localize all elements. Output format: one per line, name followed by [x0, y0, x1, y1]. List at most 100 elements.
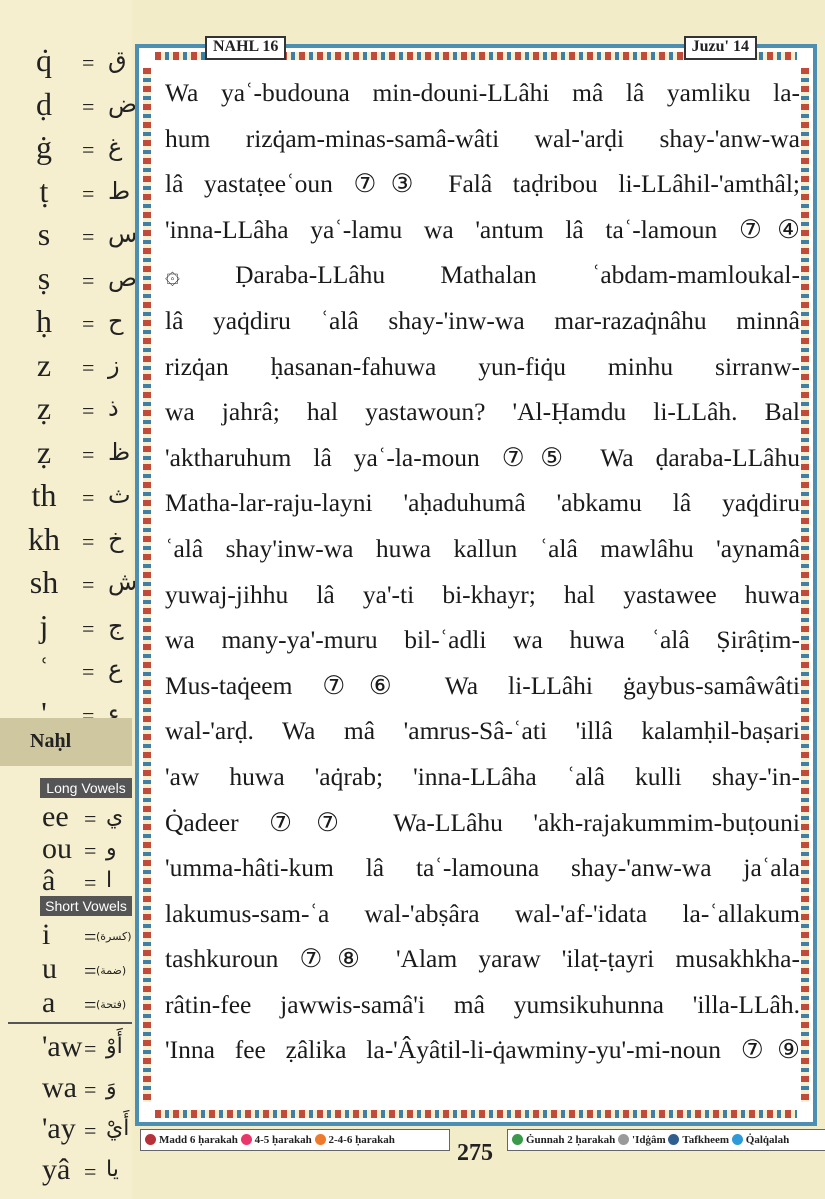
- long-vowel-key-row-lat: â: [42, 864, 56, 897]
- short-vowel-key-row-lat: a: [42, 986, 56, 1019]
- sidebar-divider: [8, 1022, 132, 1024]
- verse-line: Matha-lar-raju-layni 'aḥaduhumâ 'abkamu …: [165, 488, 800, 518]
- consonant-key-row: ḍ = ض: [0, 85, 137, 128]
- surah-tab-label: Naḥl: [30, 730, 72, 752]
- consonant-key-row: kh = خ: [0, 521, 132, 563]
- consonant-key-row-eq: =: [82, 659, 95, 684]
- consonant-key-row-lat: kh: [28, 520, 60, 557]
- legend-item-madd-6: Madd 6 ḥarakah: [145, 1134, 238, 1146]
- verse-line: Wa yaʿ-budouna min-douni-LLâhi mâ lâ yam…: [165, 78, 800, 107]
- short-vowel-key-row-ar: (ضمة): [96, 964, 127, 977]
- diphthong-key-row-lat: 'aw: [42, 1030, 83, 1063]
- consonant-key-row-lat: ḍ: [36, 85, 52, 122]
- gray-dot-icon: [618, 1134, 630, 1145]
- transliteration-key-sidebar: q̇ = ق ḍ = ض ġ = غ ṭ = ط s = س ṣ = ص ḥ = ح z = ز ẓ = ذ ẓ = ظ th = ث kh = خ s…: [0, 0, 138, 1199]
- left-ornament-border: [143, 68, 151, 1102]
- consonant-key-row-ar: ق: [108, 46, 127, 74]
- diphthong-key-row-eq: =: [84, 1159, 97, 1184]
- consonant-key-row-lat: ġ: [36, 129, 52, 165]
- verse-line: wa jahrâ; hal yastawoun? 'Al-Ḥamdu li-LL…: [165, 397, 800, 427]
- consonant-key-row: sh = ش: [0, 564, 138, 606]
- consonant-key-row-eq: =: [82, 50, 95, 75]
- consonant-key-row: s = س: [0, 216, 138, 258]
- long-vowel-key-row: ou = و: [0, 832, 132, 868]
- diphthong-key-row: yâ = يا: [0, 1153, 132, 1189]
- consonant-key-row: ġ = غ: [0, 129, 132, 171]
- consonant-key-row-eq: =: [82, 572, 95, 597]
- orange-dot-icon: [314, 1134, 326, 1145]
- consonant-key-row-lat: th: [31, 477, 57, 513]
- long-vowel-key-row-eq: =: [84, 870, 97, 895]
- diphthong-key-row-lat: wa: [42, 1071, 77, 1104]
- consonant-key-row-ar: ش: [108, 568, 138, 596]
- consonant-key-row-ar: ج: [108, 611, 124, 640]
- legend-item-madd-2-4-6: 2-4-6 ḥarakah: [314, 1134, 395, 1146]
- legend-item-tafkheem: Tafkheem: [668, 1134, 729, 1146]
- verse-line: Q̇adeer ⑦⑦ Wa-LLâhu 'akh-rajakummim-buṭo…: [165, 807, 800, 837]
- consonant-key-row-ar: س: [108, 220, 138, 248]
- consonant-key-row-ar: ث: [108, 481, 131, 509]
- consonant-key-row-eq: =: [82, 615, 95, 641]
- long-vowel-key-row-lat: ou: [42, 832, 72, 865]
- consonant-key-row: ẓ = ذ: [0, 390, 132, 432]
- navy-dot-icon: [668, 1134, 680, 1145]
- consonant-key-row-ar: ض: [108, 89, 138, 118]
- consonant-key-row-ar: ز: [108, 350, 120, 379]
- long-vowel-key-row: â = ا: [0, 864, 132, 900]
- consonant-key-row: ʿ = ع: [0, 651, 132, 693]
- short-vowel-key-row-eq: =: [84, 924, 97, 949]
- diphthong-key-row-ar: وَ: [106, 1075, 117, 1100]
- diphthong-key-row-ar: أَوْ: [106, 1034, 123, 1059]
- verse-line: wa many-ya'-muru bil-ʿadli wa huwa ʿalâ …: [165, 625, 800, 655]
- consonant-key-row-ar: ع: [108, 655, 123, 683]
- consonant-key-row-eq: =: [82, 441, 95, 467]
- verse-line: tashkuroun ⑦⑧ 'Alam yaraw 'ilaṭ-ṭayri mu…: [165, 944, 800, 974]
- consonant-key-row-ar: خ: [108, 524, 124, 553]
- consonant-key-row: q̇ = ق: [0, 42, 132, 84]
- short-vowel-key-row-eq: =: [84, 992, 97, 1017]
- bottom-ornament-border: [155, 1110, 797, 1118]
- verse-line: lâ yastaṭeeʿoun ⑦③ Falâ taḍribou li-LLâh…: [165, 169, 800, 199]
- legend-item-qalqalah: Q̇alq̇alah: [731, 1134, 789, 1146]
- consonant-key-row-eq: =: [82, 137, 95, 162]
- diphthong-key-row-ar: أَيْ: [106, 1116, 130, 1141]
- green-dot-icon: [512, 1134, 523, 1145]
- surah-header: NAHL 16: [205, 36, 287, 60]
- diphthong-key-row-eq: =: [84, 1036, 97, 1061]
- verse-line: râtin-fee jawwis-samâ'i mâ yumsikuhunna …: [165, 989, 800, 1019]
- consonant-key-row-lat: ẓ: [36, 390, 52, 426]
- diphthong-key-row: wa = وَ: [0, 1071, 132, 1107]
- consonant-key-row-lat: ḥ: [36, 303, 52, 339]
- juz-header: Juzu' 14: [683, 36, 757, 60]
- long-vowel-key-row-lat: ee: [42, 800, 69, 833]
- right-ornament-border: [801, 68, 809, 1102]
- verse-line: lakumus-sam-ʿa wal-'abṣâra wal-'af-'idat…: [165, 898, 800, 928]
- verse-line: Mus-taq̇eem ⑦⑥ Wa li-LLâhi ġaybus-samâwâ…: [165, 670, 800, 700]
- consonant-key-row-eq: =: [82, 311, 95, 336]
- verse-line: rizq̇an ḥasanan-fahuwa yun-fiq̇u minhu s…: [165, 351, 800, 381]
- consonant-key-row-eq: =: [82, 354, 95, 380]
- consonant-key-row-ar: ص: [108, 263, 138, 292]
- verse-line: yuwaj-jihhu lâ ya'-ti bi-khayr; hal yast…: [165, 579, 800, 609]
- legend-item-gunnah: Ġunnah 2 ḥarakah: [512, 1134, 615, 1146]
- short-vowels-label: Short Vowels: [40, 896, 132, 916]
- consonant-key-row-ar: ح: [108, 307, 124, 335]
- short-vowel-key-row: a = (فتحة): [0, 986, 132, 1022]
- short-vowel-key-row: i = (كسرة): [0, 918, 132, 954]
- consonant-key-row-lat: z: [36, 346, 52, 383]
- consonant-key-row-ar: ظ: [108, 437, 131, 466]
- verse-line: 'umma-hâti-kum lâ taʿ-lamouna shay-'anw-…: [165, 853, 800, 883]
- short-vowel-key-row-lat: u: [42, 952, 57, 985]
- diphthong-key-row: 'aw = أَوْ: [0, 1030, 132, 1066]
- page-number: 275: [457, 1140, 493, 1166]
- diphthong-key-row-eq: =: [84, 1118, 97, 1143]
- consonant-key-row: ṭ = ط: [0, 173, 132, 215]
- surah-tab[interactable]: Naḥl: [0, 718, 132, 766]
- consonant-key-row-ar: غ: [108, 133, 123, 161]
- verse-line: 'aw huwa 'aq̇rab; 'inna-LLâha ʿalâ kulli…: [165, 761, 800, 791]
- verse-line: ʿalâ shay'inw-wa huwa kallun ʿalâ mawlâh…: [165, 533, 800, 563]
- short-vowel-key-row: u = (ضمة): [0, 952, 132, 988]
- short-vowel-key-row-ar: (كسرة): [96, 930, 132, 943]
- consonant-key-row: j = ج: [0, 608, 132, 650]
- consonant-key-row-lat: j: [39, 607, 49, 644]
